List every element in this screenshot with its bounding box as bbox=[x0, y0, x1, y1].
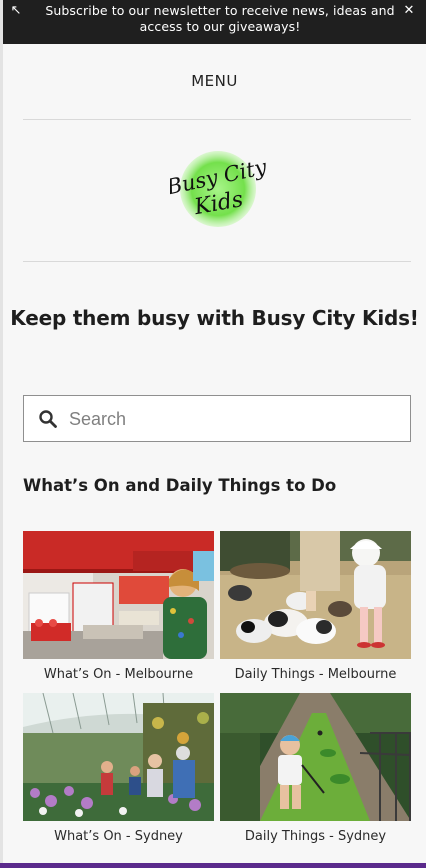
search-box[interactable] bbox=[23, 395, 411, 442]
card-daily-things-sydney[interactable]: Daily Things - Sydney bbox=[220, 693, 411, 848]
menu-button[interactable]: MENU bbox=[3, 72, 426, 94]
card-daily-things-melbourne[interactable]: Daily Things - Melbourne bbox=[220, 531, 411, 686]
card-whats-on-melbourne[interactable]: What’s On - Melbourne bbox=[23, 531, 214, 686]
page-tagline: Keep them busy with Busy City Kids! bbox=[10, 306, 419, 330]
search-icon bbox=[39, 410, 57, 428]
busy-city-kids-logo[interactable]: Busy City Kids bbox=[163, 146, 270, 230]
divider bbox=[23, 119, 411, 120]
card-image[interactable] bbox=[220, 531, 411, 659]
card-caption[interactable]: Daily Things - Sydney bbox=[220, 829, 411, 844]
expand-arrow-icon[interactable]: ↖ bbox=[9, 4, 23, 18]
card-caption[interactable]: What’s On - Sydney bbox=[23, 829, 214, 844]
card-caption[interactable]: What’s On - Melbourne bbox=[23, 667, 214, 682]
section-title: What’s On and Daily Things to Do bbox=[23, 476, 337, 495]
card-image[interactable] bbox=[220, 693, 411, 821]
newsletter-message[interactable]: Subscribe to our newsletter to receive n… bbox=[39, 3, 401, 35]
bottom-bar bbox=[0, 863, 426, 868]
newsletter-banner[interactable]: ↖ Subscribe to our newsletter to receive… bbox=[3, 0, 426, 44]
card-image[interactable] bbox=[23, 693, 214, 821]
close-icon[interactable]: ✕ bbox=[402, 4, 416, 18]
card-caption[interactable]: Daily Things - Melbourne bbox=[220, 667, 411, 682]
search-input[interactable] bbox=[69, 404, 399, 434]
card-whats-on-sydney[interactable]: What’s On - Sydney bbox=[23, 693, 214, 848]
card-image[interactable] bbox=[23, 531, 214, 659]
divider bbox=[23, 261, 411, 262]
